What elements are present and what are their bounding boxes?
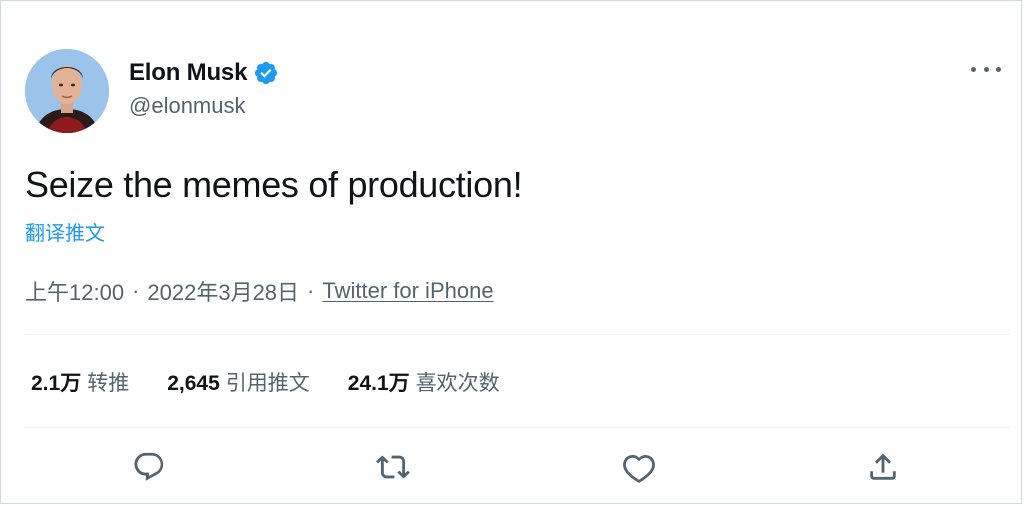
share-button[interactable] (863, 447, 903, 487)
stat-label: 引用推文 (225, 372, 310, 395)
tweet-stats: 2.1万 转推 2,645 引用推文 24.1万 喜欢次数 (31, 367, 538, 397)
tweet-header: Elon Musk @elonmusk (25, 49, 279, 133)
verified-badge-icon (255, 61, 278, 85)
translate-tweet-link[interactable]: 翻译推文 (25, 217, 105, 246)
tweet-time[interactable]: 上午12:00 (25, 275, 124, 307)
name-row: Elon Musk (129, 59, 279, 87)
more-dot (996, 66, 1001, 72)
avatar[interactable] (25, 49, 109, 133)
tweet-actions (1, 447, 1023, 487)
user-handle[interactable]: @elonmusk (129, 93, 279, 119)
avatar-image (25, 49, 109, 133)
stat-value: 2.1万 (31, 372, 82, 395)
more-dot (971, 66, 976, 72)
reply-icon (134, 452, 164, 481)
tweet-source-link[interactable]: Twitter for iPhone (322, 278, 493, 304)
divider (25, 427, 1011, 428)
like-button[interactable] (619, 447, 659, 487)
tweet-card: Elon Musk @elonmusk Seize the memes of p… (0, 0, 1022, 504)
stat-likes[interactable]: 24.1万 喜欢次数 (348, 367, 500, 397)
tweet-text: Seize the memes of production! (25, 164, 523, 205)
stat-value: 24.1万 (347, 372, 410, 395)
meta-separator: · (307, 278, 315, 303)
stat-label: 转推 (87, 372, 130, 395)
retweet-icon (376, 455, 410, 479)
display-name[interactable]: Elon Musk (129, 59, 247, 87)
meta-separator: · (132, 278, 140, 303)
divider (25, 334, 1011, 335)
retweet-button[interactable] (373, 447, 413, 487)
share-icon (870, 453, 896, 480)
heart-icon (623, 454, 655, 483)
tweet-meta: 上午12:00 · 2022年3月28日 · Twitter for iPhon… (25, 275, 494, 307)
reply-button[interactable] (129, 447, 169, 487)
tweet-date[interactable]: 2022年3月28日 (147, 275, 299, 307)
stat-retweets[interactable]: 2.1万 转推 (31, 367, 129, 397)
more-horizontal-icon[interactable] (971, 59, 1001, 79)
user-names: Elon Musk @elonmusk (129, 59, 279, 119)
stat-quote-tweets[interactable]: 2,645 引用推文 (167, 367, 310, 397)
more-dot (983, 66, 989, 72)
stat-value: 2,645 (167, 372, 220, 395)
stat-label: 喜欢次数 (415, 372, 500, 395)
